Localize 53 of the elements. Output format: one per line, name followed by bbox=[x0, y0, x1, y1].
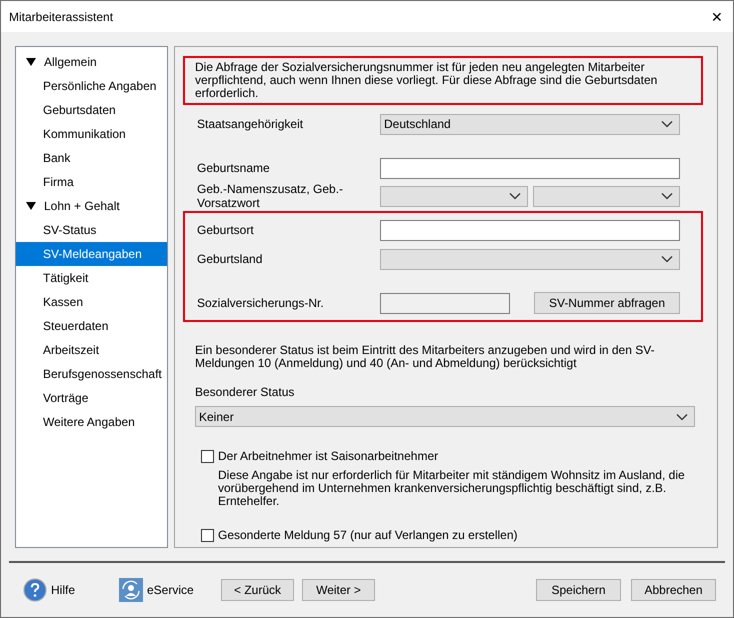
tree-item[interactable]: Bank bbox=[16, 146, 167, 170]
close-button[interactable]: ✕ bbox=[711, 10, 723, 24]
checkbox[interactable] bbox=[201, 528, 214, 542]
input-field[interactable] bbox=[380, 220, 680, 240]
wizard-nav-button[interactable]: Weiter > bbox=[302, 579, 375, 601]
chevron-down-icon bbox=[661, 120, 673, 128]
tree-group[interactable]: Lohn + Gehalt bbox=[44, 197, 120, 215]
tree-item[interactable]: Vorträge bbox=[16, 386, 167, 410]
tree-item[interactable]: Steuerdaten bbox=[16, 314, 167, 338]
checkbox-option[interactable]: Der Arbeitnehmer ist Saisonarbeitnehmer bbox=[201, 447, 717, 465]
refresh-user-icon[interactable] bbox=[119, 578, 143, 602]
field-label: Geburtsort bbox=[196, 223, 255, 237]
field-label: Sozialversicherungs-Nr. bbox=[196, 296, 325, 310]
tree-item[interactable]: Kommunikation bbox=[16, 122, 167, 146]
eservice-link[interactable]: eService bbox=[147, 581, 194, 599]
field-label: Geburtsland bbox=[196, 252, 264, 266]
tree-item[interactable]: Firma bbox=[16, 170, 167, 194]
chevron-down-icon bbox=[661, 255, 673, 263]
field-label: Besonderer Status bbox=[195, 384, 296, 401]
wizard-nav-button[interactable]: < Zurück bbox=[221, 579, 294, 601]
checkbox-option[interactable]: Gesonderte Meldung 57 (nur auf Verlangen zu erstellen) bbox=[201, 526, 717, 544]
dropdown[interactable]: Deutschland bbox=[380, 114, 680, 134]
checkbox[interactable] bbox=[201, 450, 214, 462]
tree-item[interactable]: Tätigkeit bbox=[16, 266, 167, 290]
input-field[interactable] bbox=[380, 158, 680, 178]
dialog-button[interactable]: Speichern bbox=[536, 579, 621, 601]
field-label: Geburtsname bbox=[196, 161, 271, 175]
chevron-down-icon bbox=[509, 192, 521, 200]
tree-item[interactable]: Weitere Angaben bbox=[16, 410, 167, 434]
tree-item[interactable]: Persönliche Angaben bbox=[16, 74, 167, 98]
tree-item[interactable]: Kassen bbox=[16, 290, 167, 314]
expanded-triangle-icon[interactable] bbox=[26, 201, 36, 211]
window-title: Mitarbeiterassistent bbox=[9, 8, 114, 26]
notice-text: Die Abfrage der Sozialversicherungsnummer ist für jeden neu angelegten Mitarbeiter verpflichtend, auch wenn Ihnen diese vorliegt. Für diese Abfrage sind die Geburtsdaten erforderlich. bbox=[195, 61, 658, 100]
sv-query-button[interactable]: SV-Nummer abfragen bbox=[534, 292, 680, 314]
tree-group[interactable]: Allgemein bbox=[44, 53, 97, 71]
expanded-triangle-icon[interactable] bbox=[26, 57, 36, 67]
tree-item[interactable]: Geburtsdaten bbox=[16, 98, 167, 122]
dialog-button[interactable]: Abbrechen bbox=[631, 579, 716, 601]
chevron-down-icon bbox=[676, 412, 688, 420]
field-label: Staatsangehörigkeit bbox=[196, 117, 304, 131]
tree-item[interactable]: SV-Status bbox=[16, 218, 167, 242]
sv-number-field[interactable] bbox=[380, 292, 510, 314]
help-link[interactable]: Hilfe bbox=[51, 581, 76, 599]
tree-item[interactable]: Arbeitszeit bbox=[16, 338, 167, 362]
status-info-text: Ein besonderer Status ist beim Eintritt des Mitarbeiters anzugeben und wird in den SV-Meldungen 10 (Anmeldung) und 40 (An- und Abmeldung) berücksichtigt bbox=[195, 344, 655, 370]
tree-item[interactable]: Berufsgenossenschaft bbox=[16, 362, 167, 386]
chevron-down-icon bbox=[661, 192, 673, 200]
field-label: Geb.-Namenszusatz, Geb.-Vorsatzwort bbox=[196, 182, 344, 210]
checkbox-note: Diese Angabe ist nur erforderlich für Mitarbeiter mit ständigem Wohnsitz im Ausland, die vorübergehend im Unternehmen krankenversicherungspflichtig beschäftigt sind, z.B. Erntehelfer. bbox=[217, 469, 686, 508]
help-icon[interactable] bbox=[23, 578, 47, 602]
tree-item[interactable]: SV-Meldeangaben bbox=[16, 242, 167, 266]
dropdown[interactable]: Keiner bbox=[195, 406, 695, 427]
